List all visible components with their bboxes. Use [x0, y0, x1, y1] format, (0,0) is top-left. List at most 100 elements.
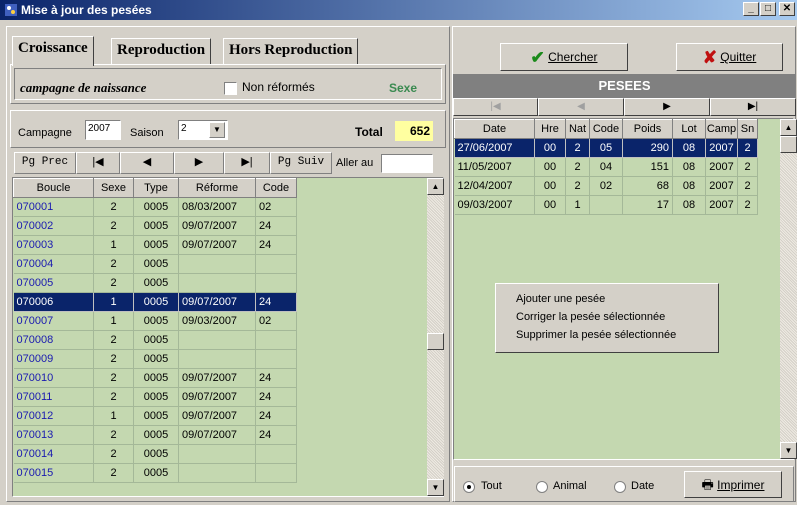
scroll-down-icon[interactable]: ▼	[780, 442, 797, 459]
table-cell: 09/03/2007	[454, 195, 535, 215]
radio-animal[interactable]	[536, 481, 548, 493]
page-next-button[interactable]: Pg Suiv	[270, 152, 332, 174]
table-cell: 290	[622, 138, 673, 158]
sexe-label[interactable]: Sexe	[389, 81, 417, 95]
goto-input[interactable]	[381, 154, 433, 173]
table-row[interactable]: 070006 1 0005 09/07/2007 24	[13, 292, 297, 312]
campagne-label: Campagne	[18, 127, 72, 139]
table-row[interactable]: 070004 2 0005	[13, 254, 297, 274]
table-cell: 0005	[133, 292, 179, 312]
table-row[interactable]: 070002 2 0005 09/07/2007 24	[13, 216, 297, 236]
maximize-button[interactable]: □	[760, 2, 776, 16]
pesee-next-button[interactable]: ▶	[624, 98, 710, 116]
table-row[interactable]: 070008 2 0005	[13, 330, 297, 350]
col-boucle[interactable]: Boucle	[13, 178, 94, 198]
printer-icon: 🖶	[701, 477, 714, 492]
menu-item-delete[interactable]: Supprimer la pesée sélectionnée	[496, 326, 718, 344]
tab-reproduction[interactable]: Reproduction	[111, 38, 212, 64]
page-prev-button[interactable]: Pg Prec	[14, 152, 76, 174]
table-cell: 00	[534, 157, 566, 177]
table-row[interactable]: 070007 1 0005 09/03/2007 02	[13, 311, 297, 331]
table-cell: 08	[672, 195, 706, 215]
minimize-button[interactable]: _	[743, 2, 759, 16]
print-button[interactable]: 🖶 Imprimer	[684, 471, 782, 498]
checkmark-icon: ✔	[530, 47, 545, 67]
close-button[interactable]: ✕	[779, 2, 795, 16]
table-row[interactable]: 12/04/2007 00 2 02 68 08 2007 2	[454, 176, 758, 196]
table-cell: 0005	[133, 197, 179, 217]
table-row[interactable]: 070014 2 0005	[13, 444, 297, 464]
pesees-scrollbar[interactable]: ▲ ▼	[780, 119, 797, 459]
scroll-thumb[interactable]	[780, 136, 797, 153]
table-cell	[255, 463, 297, 483]
total-value: 652	[395, 121, 433, 141]
table-row[interactable]: 070013 2 0005 09/07/2007 24	[13, 425, 297, 445]
campagne-input[interactable]: 2007	[85, 120, 121, 140]
table-cell: 0005	[133, 216, 179, 236]
table-cell: 09/07/2007	[178, 406, 256, 426]
table-cell: 02	[255, 311, 297, 331]
quit-button[interactable]: ✘ Quitter	[676, 43, 783, 71]
scroll-thumb[interactable]	[427, 333, 444, 350]
tab-hors-reproduction[interactable]: Hors Reproduction	[223, 38, 359, 64]
table-row[interactable]: 070015 2 0005	[13, 463, 297, 483]
table-row[interactable]: 070001 2 0005 08/03/2007 02	[13, 197, 297, 217]
table-row[interactable]: 070009 2 0005	[13, 349, 297, 369]
pesee-first-button[interactable]: |◀	[453, 98, 538, 116]
table-cell: 070005	[13, 273, 94, 293]
col-poids[interactable]: Poids	[622, 119, 673, 139]
table-cell: 02	[255, 197, 297, 217]
table-row[interactable]: 09/03/2007 00 1 17 08 2007 2	[454, 195, 758, 215]
pesee-prev-button[interactable]: ◀	[538, 98, 624, 116]
saison-select[interactable]: 2 ▼	[178, 120, 228, 140]
scroll-down-icon[interactable]: ▼	[427, 479, 444, 496]
scroll-up-icon[interactable]: ▲	[427, 178, 444, 195]
next-record-button[interactable]: ▶	[174, 152, 224, 174]
table-row[interactable]: 070003 1 0005 09/07/2007 24	[13, 235, 297, 255]
table-cell: 2007	[705, 157, 738, 177]
table-cell: 2	[93, 368, 134, 388]
search-button[interactable]: ✔ Chercher	[500, 43, 628, 71]
table-row[interactable]: 070005 2 0005	[13, 273, 297, 293]
table-row[interactable]: 070012 1 0005 09/07/2007 24	[13, 406, 297, 426]
first-record-button[interactable]: |◀	[76, 152, 120, 174]
table-cell: 2	[93, 463, 134, 483]
col-nat[interactable]: Nat	[565, 119, 590, 139]
col-lot[interactable]: Lot	[672, 119, 706, 139]
col-reforme[interactable]: Réforme	[178, 178, 256, 198]
table-cell: 09/07/2007	[178, 425, 256, 445]
col-sn[interactable]: Sn	[737, 119, 758, 139]
last-record-button[interactable]: ▶|	[224, 152, 270, 174]
campaign-type-label: campagne de naissance	[20, 80, 147, 95]
radio-date[interactable]	[614, 481, 626, 493]
non-reformes-checkbox[interactable]	[224, 82, 237, 95]
table-row[interactable]: 27/06/2007 00 2 05 290 08 2007 2	[454, 138, 758, 158]
menu-item-edit[interactable]: Corriger la pesée sélectionnée	[496, 308, 718, 326]
saison-value: 2	[181, 123, 187, 134]
col-hre[interactable]: Hre	[534, 119, 566, 139]
table-cell: 2	[93, 387, 134, 407]
table-cell: 24	[255, 292, 297, 312]
chevron-down-icon[interactable]: ▼	[209, 122, 225, 138]
col-type[interactable]: Type	[133, 178, 179, 198]
table-cell: 0005	[133, 273, 179, 293]
animals-scrollbar[interactable]: ▲ ▼	[427, 178, 444, 496]
prev-record-button[interactable]: ◀	[120, 152, 174, 174]
table-cell: 17	[622, 195, 673, 215]
table-row[interactable]: 11/05/2007 00 2 04 151 08 2007 2	[454, 157, 758, 177]
col-sexe[interactable]: Sexe	[93, 178, 134, 198]
tab-croissance[interactable]: Croissance	[12, 36, 94, 66]
col-pcode[interactable]: Code	[589, 119, 623, 139]
pesee-last-button[interactable]: ▶|	[710, 98, 796, 116]
table-cell: 070009	[13, 349, 94, 369]
scroll-up-icon[interactable]: ▲	[780, 119, 797, 136]
table-row[interactable]: 070011 2 0005 09/07/2007 24	[13, 387, 297, 407]
col-camp[interactable]: Camp	[705, 119, 738, 139]
col-code[interactable]: Code	[255, 178, 297, 198]
radio-tout[interactable]	[463, 481, 475, 493]
non-reformes-label: Non réformés	[242, 80, 315, 94]
menu-item-add[interactable]: Ajouter une pesée	[496, 290, 718, 308]
table-row[interactable]: 070010 2 0005 09/07/2007 24	[13, 368, 297, 388]
window-titlebar[interactable]: Mise à jour des pesées _ □ ✕	[0, 0, 797, 20]
col-date[interactable]: Date	[454, 119, 535, 139]
